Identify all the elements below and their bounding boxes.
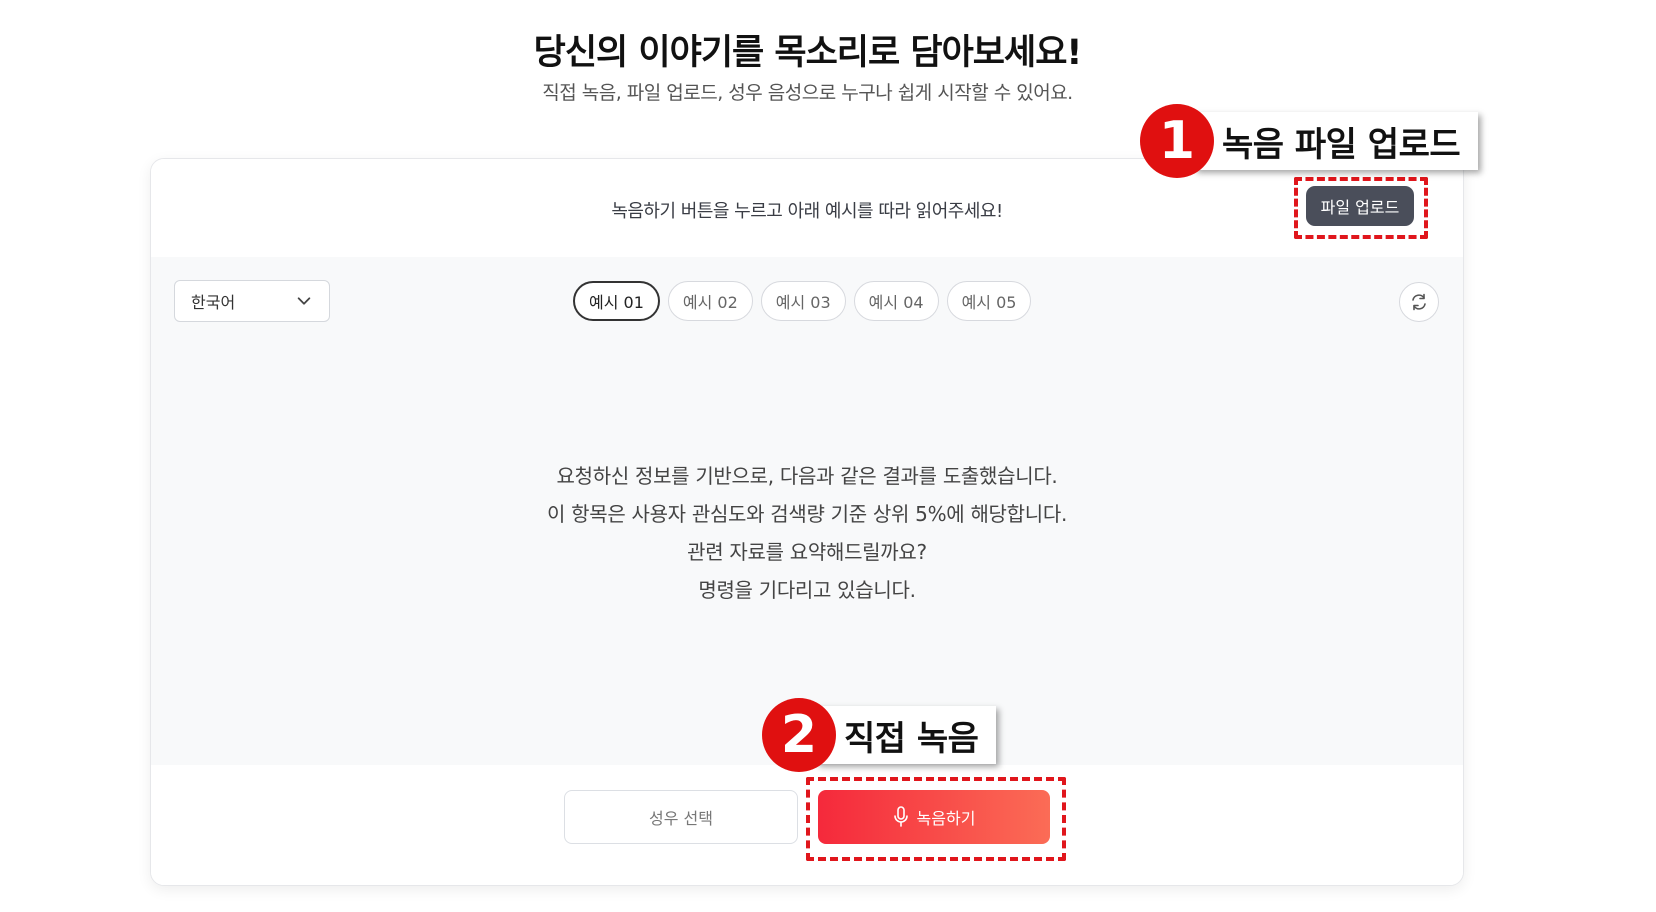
callout-label: 직접 녹음 <box>816 706 997 764</box>
tab-example-03[interactable]: 예시 03 <box>760 281 846 321</box>
record-highlight-box <box>806 777 1066 861</box>
tab-example-01[interactable]: 예시 01 <box>573 281 660 321</box>
callout-number: 2 <box>762 698 836 772</box>
chevron-down-icon <box>297 297 311 305</box>
example-script: 요청하신 정보를 기반으로, 다음과 같은 결과를 도출했습니다. 이 항목은 … <box>151 457 1463 609</box>
callout-record: 2 직접 녹음 <box>762 698 997 772</box>
page-title: 당신의 이야기를 목소리로 담아보세요! <box>533 33 1083 73</box>
callout-upload: 1 녹음 파일 업로드 <box>1140 104 1479 178</box>
tab-example-02[interactable]: 예시 02 <box>667 281 753 321</box>
tab-example-04[interactable]: 예시 04 <box>853 281 939 321</box>
recording-card: 녹음하기 버튼을 누르고 아래 예시를 따라 읽어주세요! 파일 업로드 한국어… <box>150 158 1464 886</box>
card-footer: 성우 선택 녹음하기 <box>151 765 1463 885</box>
refresh-icon <box>1412 293 1426 311</box>
language-select[interactable]: 한국어 <box>174 280 330 322</box>
voice-actor-select-button[interactable]: 성우 선택 <box>564 790 798 844</box>
refresh-button[interactable] <box>1399 282 1439 322</box>
example-tabs: 예시 01 예시 02 예시 03 예시 04 예시 05 <box>573 281 1032 321</box>
script-line: 이 항목은 사용자 관심도와 검색량 기준 상위 5%에 해당합니다. <box>546 502 1068 526</box>
callout-number: 1 <box>1140 104 1214 178</box>
upload-highlight-box <box>1294 177 1428 239</box>
instruction-text: 녹음하기 버튼을 누르고 아래 예시를 따라 읽어주세요! <box>611 201 1003 222</box>
callout-label: 녹음 파일 업로드 <box>1194 112 1479 170</box>
tab-example-05[interactable]: 예시 05 <box>946 281 1032 321</box>
script-line: 명령을 기다리고 있습니다. <box>698 578 916 602</box>
language-select-value: 한국어 <box>191 293 236 312</box>
page-subtitle: 직접 녹음, 파일 업로드, 성우 음성으로 누구나 쉽게 시작할 수 있어요. <box>542 82 1073 104</box>
script-line: 요청하신 정보를 기반으로, 다음과 같은 결과를 도출했습니다. <box>556 464 1058 488</box>
script-line: 관련 자료를 요약해드릴까요? <box>687 540 927 564</box>
script-panel: 한국어 예시 01 예시 02 예시 03 예시 04 예시 05 요청하신 정… <box>151 257 1463 765</box>
